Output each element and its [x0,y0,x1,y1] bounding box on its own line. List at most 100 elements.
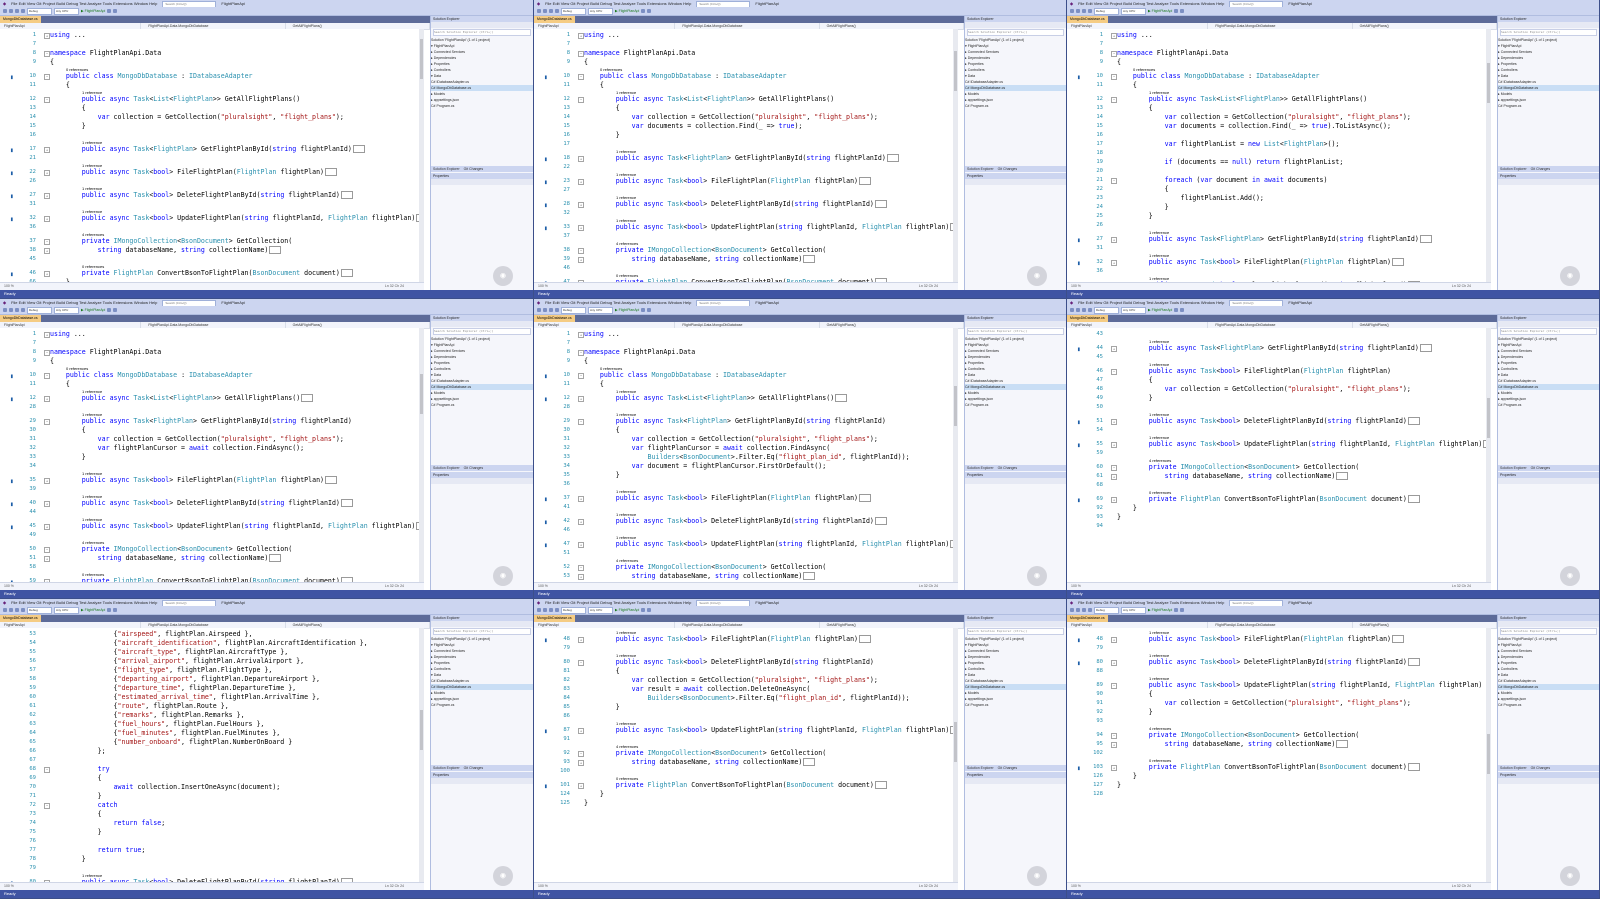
panel-tab[interactable]: Git Changes [1531,465,1550,471]
vertical-scrollbar[interactable] [953,328,958,583]
platform-dropdown[interactable]: Any CPU [1121,306,1146,314]
picture-in-picture-icon[interactable]: ◉ [1560,866,1580,886]
run-button[interactable]: ▶ FlightPlanApi [615,308,639,312]
menu-build[interactable]: Build [56,300,65,305]
menu-debug[interactable]: Debug [66,600,78,605]
back-icon[interactable] [1070,9,1074,13]
zoom-level[interactable]: 100 % [538,283,548,290]
solution-tree-item[interactable]: C# Program.cs [965,702,1066,708]
save-icon[interactable] [15,308,19,312]
solution-tree-item[interactable]: C# Program.cs [431,702,533,708]
collapsed-region-ellipsis[interactable] [874,200,887,208]
panel-tab[interactable]: Git Changes [464,166,483,172]
hot-reload-icon[interactable] [1180,308,1185,312]
undo-icon[interactable] [21,9,25,13]
code-editor[interactable]: 1 + using ... 7 8− namespace FlightPlanApi.Da… [0,29,424,283]
refresh-icon[interactable] [107,608,112,612]
menu-debug[interactable]: Debug [600,1,612,6]
refresh-icon[interactable] [641,308,646,312]
solution-explorer-search[interactable]: Search Solution Explorer (Ctrl+;) [1500,628,1597,635]
collapsed-region-ellipsis[interactable] [1336,740,1349,748]
collapsed-region-ellipsis[interactable] [1392,258,1405,266]
menu-edit[interactable]: Edit [19,1,26,6]
menu-git[interactable]: Git [36,300,41,305]
menu-test[interactable]: Test [79,1,86,6]
back-icon[interactable] [537,608,541,612]
picture-in-picture-icon[interactable]: ◉ [1027,566,1047,586]
menu-items[interactable]: File Edit View Git Project Build Debug T… [545,0,691,7]
scrollbar-thumb[interactable] [420,39,423,79]
run-button[interactable]: ▶ FlightPlanApi [1148,308,1172,312]
picture-in-picture-icon[interactable]: ◉ [1560,266,1580,286]
menu-debug[interactable]: Debug [600,600,612,605]
panel-tab[interactable]: Solution Explorer [1500,765,1527,771]
code-editor[interactable]: 1 + using ... 7 8− namespace FlightPlanApi.Da… [0,328,424,583]
back-icon[interactable] [537,308,541,312]
configuration-dropdown[interactable]: Debug [27,7,52,15]
zoom-level[interactable]: 100 % [4,883,14,890]
platform-dropdown[interactable]: Any CPU [588,306,613,314]
panel-tab[interactable]: Solution Explorer [967,765,994,771]
configuration-dropdown[interactable]: Debug [27,606,52,614]
panel-tab[interactable]: Solution Explorer [967,166,994,172]
document-tab[interactable]: MongoDbDatabase.cs [1067,315,1108,322]
collapsed-region-ellipsis[interactable] [1407,417,1420,425]
collapsed-region-ellipsis[interactable] [340,269,353,277]
configuration-dropdown[interactable]: Debug [561,7,586,15]
platform-dropdown[interactable]: Any CPU [1121,606,1146,614]
collapsed-region-ellipsis[interactable] [1407,658,1420,666]
menu-view[interactable]: View [1094,1,1103,6]
menu-project[interactable]: Project [43,1,55,6]
menu-view[interactable]: View [1094,300,1103,305]
menu-test[interactable]: Test [1146,300,1153,305]
collapsed-region-ellipsis[interactable] [269,246,282,254]
code-editor[interactable]: 43 1 reference 44 + ▮ public async Task<Flig… [1067,328,1491,583]
collapsed-region-ellipsis[interactable] [325,476,338,484]
menu-extensions[interactable]: Extensions [113,1,133,6]
menu-help[interactable]: Help [149,1,157,6]
zoom-level[interactable]: 100 % [1071,883,1081,890]
document-tab[interactable]: MongoDbDatabase.cs [534,615,575,622]
collapsed-region-ellipsis[interactable] [1336,472,1349,480]
collapsed-region-ellipsis[interactable] [1419,235,1432,243]
menu-file[interactable]: File [545,300,551,305]
scrollbar-thumb[interactable] [1487,63,1490,103]
collapsed-region-ellipsis[interactable] [803,758,816,766]
refresh-icon[interactable] [1174,308,1179,312]
vertical-scrollbar[interactable] [953,628,958,883]
collapsed-region-ellipsis[interactable] [352,145,365,153]
menu-tools[interactable]: Tools [1170,600,1179,605]
menu-window[interactable]: Window [668,1,682,6]
menu-project[interactable]: Project [1110,600,1122,605]
menu-analyze[interactable]: Analyze [621,600,635,605]
forward-icon[interactable] [543,308,547,312]
code-editor[interactable]: 1 + using ... 7 8− namespace FlightPlanApi.Da… [534,328,958,583]
collapsed-region-ellipsis[interactable] [803,255,816,263]
menu-project[interactable]: Project [577,1,589,6]
document-tab[interactable]: MongoDbDatabase.cs [0,16,41,23]
hot-reload-icon[interactable] [647,308,652,312]
picture-in-picture-icon[interactable]: ◉ [493,566,513,586]
menu-build[interactable]: Build [590,1,599,6]
save-icon[interactable] [15,608,19,612]
menu-tools[interactable]: Tools [1170,1,1179,6]
run-button[interactable]: ▶ FlightPlanApi [81,308,105,312]
menu-extensions[interactable]: Extensions [1180,1,1200,6]
undo-icon[interactable] [555,608,559,612]
collapsed-region-ellipsis[interactable] [886,154,899,162]
panel-tab[interactable]: Git Changes [464,765,483,771]
solution-explorer-search[interactable]: Search Solution Explorer (Ctrl+;) [967,328,1064,335]
menu-items[interactable]: File Edit View Git Project Build Debug T… [11,0,157,7]
menu-debug[interactable]: Debug [1133,300,1145,305]
menu-tools[interactable]: Tools [637,300,646,305]
forward-icon[interactable] [1076,308,1080,312]
menu-file[interactable]: File [1078,300,1084,305]
platform-dropdown[interactable]: Any CPU [1121,7,1146,15]
collapsed-region-ellipsis[interactable] [859,635,872,643]
menu-test[interactable]: Test [613,1,620,6]
zoom-level[interactable]: 100 % [4,583,14,590]
forward-icon[interactable] [543,9,547,13]
menu-extensions[interactable]: Extensions [647,1,667,6]
panel-tab[interactable]: Solution Explorer [433,765,460,771]
menu-build[interactable]: Build [590,600,599,605]
